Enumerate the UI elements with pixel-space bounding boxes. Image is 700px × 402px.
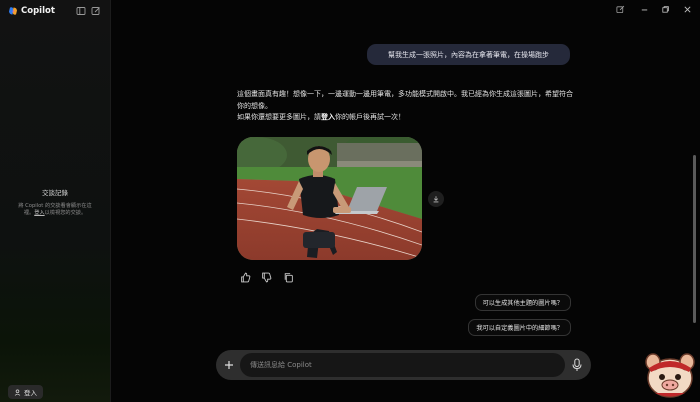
user-icon [14,389,21,396]
reply-text-start: 如果你還想要更多圖片，請 [237,113,321,121]
composer [216,350,591,380]
user-message-bubble: 幫我生成一張照片，內容為在拿著筆電，在操場跑步 [367,44,570,65]
restore-icon[interactable] [661,5,670,14]
message-input[interactable] [240,353,565,377]
app-name: Copilot [21,6,55,16]
sidebar-toggle-icon[interactable] [76,6,86,16]
assistant-reply: 這個畫面真有趣！想像一下，一邊運動一邊用筆電，多功能模式開啟中。我已經為你生成這… [237,89,577,124]
minimize-icon[interactable] [640,5,649,14]
scrollbar-thumb[interactable] [693,155,696,323]
thumbs-up-icon[interactable] [240,272,251,283]
reply-signin-link[interactable]: 登入 [321,113,335,121]
user-message-text: 幫我生成一張照片，內容為在拿著筆電，在操場跑步 [388,50,549,59]
history-description: 將 Copilot 的交談看會顯示在這裡。登入以檢視您的交談。 [14,203,96,217]
suggestion-chip[interactable]: 可以生成其他主題的圖片嗎？ [474,294,571,311]
signin-label: 登入 [24,389,37,397]
close-icon[interactable] [683,5,692,14]
signin-button[interactable]: 登入 [8,385,43,399]
plus-icon[interactable] [222,358,236,372]
mascot-watermark [645,353,695,398]
suggestion-text: 可以生成其他主題的圖片嗎？ [482,300,563,307]
history-title: 交談記錄 [42,189,68,197]
reply-paragraph-1: 這個畫面真有趣！想像一下，一邊運動一邊用筆電，多功能模式開啟中。我已經為你生成這… [237,90,573,110]
new-chat-icon[interactable] [91,6,101,16]
brand[interactable]: Copilot [8,6,55,16]
microphone-icon[interactable] [571,358,583,372]
generated-image[interactable] [237,137,422,260]
sidebar: Copilot 交談記錄 將 Copilot 的交談看會顯示在這裡。登入以檢視您… [0,0,111,402]
download-icon [433,196,439,203]
edit-icon[interactable] [616,5,625,14]
thumbs-down-icon[interactable] [261,272,272,283]
suggestion-text: 我可以自定義圖片中的細節嗎？ [476,325,563,332]
download-button[interactable] [428,191,444,207]
history-desc-text-end: 以檢視您的交談。 [44,210,87,216]
reply-text-end: 你的帳戶後再試一次！ [335,113,405,121]
reply-paragraph-2: 如果你還想要更多圖片，請登入你的帳戶後再試一次！ [237,112,577,124]
copilot-logo [9,7,17,15]
suggestion-chip[interactable]: 我可以自定義圖片中的細節嗎？ [468,319,571,336]
copy-icon[interactable] [283,272,294,283]
history-signin-link[interactable]: 登入 [34,210,44,216]
